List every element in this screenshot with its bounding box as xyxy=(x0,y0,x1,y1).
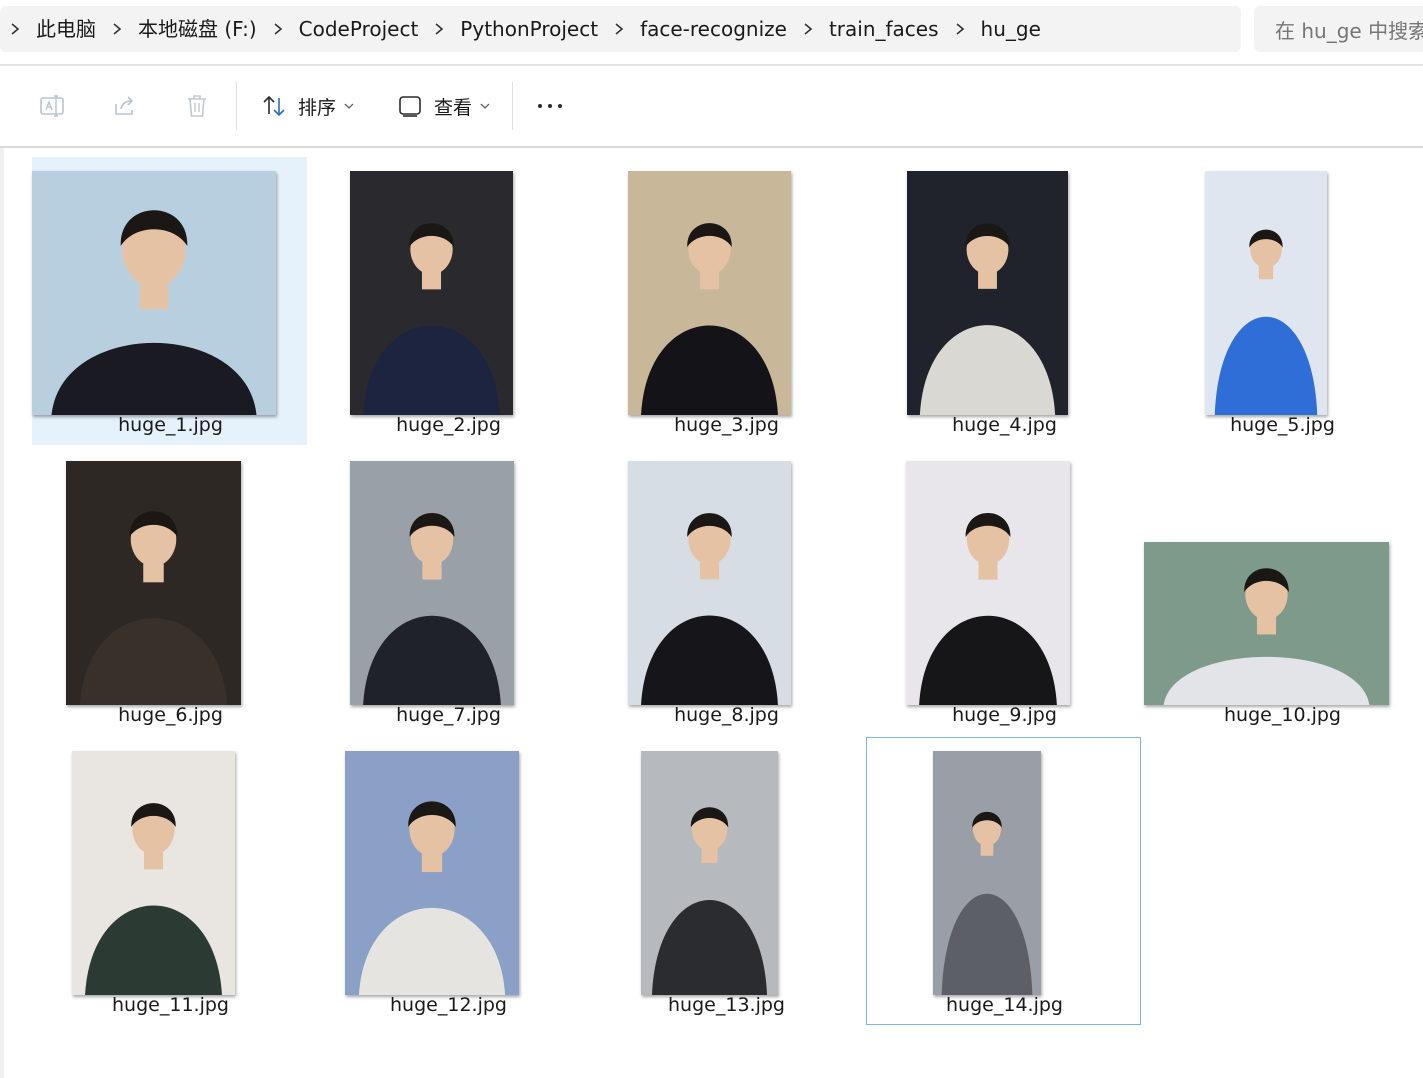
chevron-right-icon[interactable] xyxy=(793,6,823,52)
image-thumbnail[interactable] xyxy=(350,461,514,705)
chevron-right-icon[interactable] xyxy=(0,6,30,52)
file-name: huge_12.jpg xyxy=(390,994,507,1016)
file-item[interactable]: huge_12.jpg xyxy=(310,737,585,1025)
breadcrumb-item-drive-f[interactable]: 本地磁盘 (F:) xyxy=(132,6,263,52)
more-options-button[interactable] xyxy=(536,86,564,126)
file-name: huge_4.jpg xyxy=(952,414,1057,436)
rename-button[interactable] xyxy=(38,86,66,126)
thumbnail-area xyxy=(1145,164,1420,415)
command-bar: 排序 查看 xyxy=(0,66,1423,146)
chevron-right-icon[interactable] xyxy=(945,6,975,52)
image-thumbnail[interactable] xyxy=(933,751,1041,995)
image-thumbnail[interactable] xyxy=(72,751,235,995)
image-thumbnail[interactable] xyxy=(345,751,519,995)
thumbnail-area xyxy=(311,454,586,705)
file-name: huge_11.jpg xyxy=(112,994,229,1016)
image-thumbnail[interactable] xyxy=(32,171,276,415)
breadcrumb-item-hu-ge[interactable]: hu_ge xyxy=(975,6,1047,52)
search-box[interactable]: 在 hu_ge 中搜索 xyxy=(1254,6,1423,52)
image-thumbnail[interactable] xyxy=(1205,171,1327,415)
chevron-right-icon[interactable] xyxy=(424,6,454,52)
thumbnail-area xyxy=(589,164,864,415)
trash-icon xyxy=(183,92,211,120)
image-thumbnail[interactable] xyxy=(628,171,791,415)
file-item[interactable]: huge_9.jpg xyxy=(866,447,1141,735)
thumbnail-area xyxy=(311,744,586,995)
sort-label: 排序 xyxy=(298,96,337,119)
thumbnail-area xyxy=(867,454,1142,705)
rename-icon xyxy=(38,92,66,120)
file-item[interactable]: huge_11.jpg xyxy=(32,737,307,1025)
file-item[interactable]: huge_14.jpg xyxy=(866,737,1141,1025)
thumbnail-area xyxy=(32,164,308,415)
chevron-down-icon xyxy=(480,101,490,111)
image-thumbnail[interactable] xyxy=(1144,542,1389,705)
view-icon xyxy=(396,92,424,120)
share-button[interactable] xyxy=(111,86,139,126)
file-name: huge_6.jpg xyxy=(118,704,223,726)
view-button[interactable]: 查看 xyxy=(396,86,490,126)
file-item[interactable]: huge_4.jpg xyxy=(866,157,1141,445)
chevron-right-icon[interactable] xyxy=(604,6,634,52)
file-item[interactable]: huge_6.jpg xyxy=(32,447,307,735)
chevron-down-icon xyxy=(344,101,354,111)
file-grid: huge_1.jpg huge_2.jpg huge_3.jpg huge_4.jpg… xyxy=(18,150,1423,1078)
file-item[interactable]: huge_1.jpg xyxy=(32,157,307,445)
file-name: huge_5.jpg xyxy=(1230,414,1335,436)
image-thumbnail[interactable] xyxy=(66,461,241,705)
file-item[interactable]: huge_7.jpg xyxy=(310,447,585,735)
image-thumbnail[interactable] xyxy=(906,461,1070,705)
breadcrumb-item-face-recognize[interactable]: face-recognize xyxy=(634,6,793,52)
thumbnail-area xyxy=(1144,454,1420,705)
image-thumbnail[interactable] xyxy=(641,751,778,995)
share-icon xyxy=(111,92,139,120)
divider xyxy=(0,146,1423,148)
thumbnail-area xyxy=(867,744,1142,995)
file-name: huge_14.jpg xyxy=(946,994,1063,1016)
toolbar-separator xyxy=(512,82,513,130)
file-item[interactable]: huge_10.jpg xyxy=(1144,447,1419,735)
image-thumbnail[interactable] xyxy=(907,171,1068,415)
sort-icon xyxy=(260,92,288,120)
image-thumbnail[interactable] xyxy=(628,461,791,705)
file-name: huge_13.jpg xyxy=(668,994,785,1016)
thumbnail-area xyxy=(867,164,1142,415)
thumbnail-area xyxy=(33,454,308,705)
thumbnail-area xyxy=(33,744,308,995)
thumbnail-area xyxy=(589,454,864,705)
delete-button[interactable] xyxy=(183,86,211,126)
file-name: huge_3.jpg xyxy=(674,414,779,436)
file-item[interactable]: huge_2.jpg xyxy=(310,157,585,445)
breadcrumb-item-train-faces[interactable]: train_faces xyxy=(823,6,945,52)
view-label: 查看 xyxy=(434,96,473,119)
toolbar-separator xyxy=(236,82,237,130)
file-name: huge_2.jpg xyxy=(396,414,501,436)
breadcrumb-item-codeproject[interactable]: CodeProject xyxy=(293,6,425,52)
navigation-pane-edge xyxy=(0,148,4,1078)
more-icon xyxy=(536,92,564,120)
file-item[interactable]: huge_13.jpg xyxy=(588,737,863,1025)
chevron-right-icon[interactable] xyxy=(263,6,293,52)
file-item[interactable]: huge_8.jpg xyxy=(588,447,863,735)
file-name: huge_8.jpg xyxy=(674,704,779,726)
breadcrumb-item-this-pc[interactable]: 此电脑 xyxy=(30,6,102,52)
thumbnail-area xyxy=(311,164,586,415)
file-item[interactable]: huge_5.jpg xyxy=(1144,157,1419,445)
breadcrumb-item-pythonproject[interactable]: PythonProject xyxy=(454,6,604,52)
address-bar: 此电脑 本地磁盘 (F:) CodeProject PythonProject … xyxy=(0,0,1423,62)
sort-button[interactable]: 排序 xyxy=(260,86,354,126)
file-name: huge_10.jpg xyxy=(1224,704,1341,726)
thumbnail-area xyxy=(589,744,864,995)
file-item[interactable]: huge_3.jpg xyxy=(588,157,863,445)
file-name: huge_7.jpg xyxy=(396,704,501,726)
breadcrumb[interactable]: 此电脑 本地磁盘 (F:) CodeProject PythonProject … xyxy=(0,6,1241,52)
image-thumbnail[interactable] xyxy=(350,171,513,415)
file-name: huge_1.jpg xyxy=(118,414,223,436)
file-name: huge_9.jpg xyxy=(952,704,1057,726)
search-input[interactable]: 在 hu_ge 中搜索 xyxy=(1254,15,1423,44)
chevron-right-icon[interactable] xyxy=(102,6,132,52)
